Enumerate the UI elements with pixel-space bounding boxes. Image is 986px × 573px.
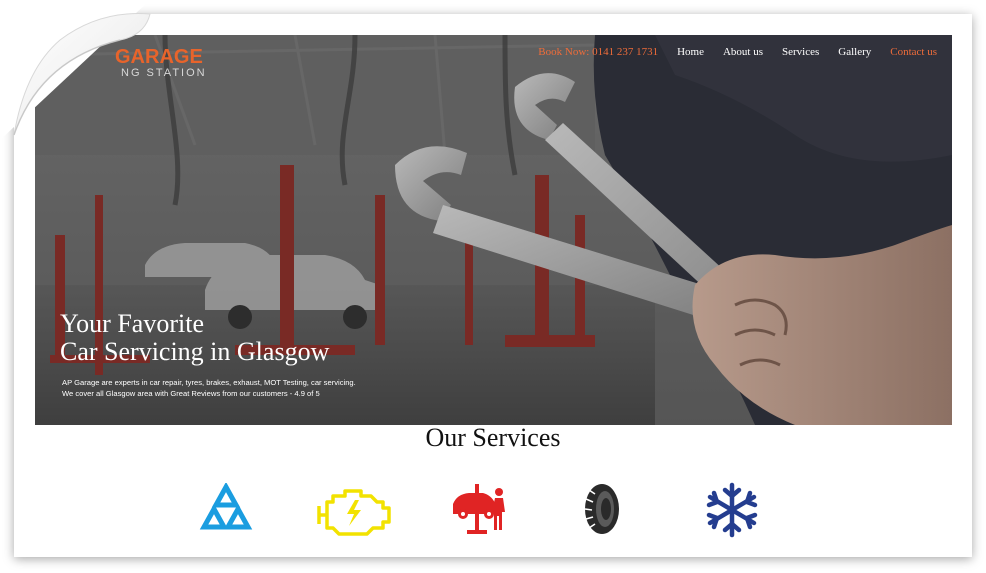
nav-gallery[interactable]: Gallery	[838, 45, 871, 59]
book-now-link[interactable]: Book Now: 0141 237 1731	[538, 45, 658, 59]
engine-warning-icon[interactable]	[315, 484, 393, 536]
description-line-2: We cover all Glasgow area with Great Rev…	[62, 389, 320, 398]
page-curl-decoration	[0, 0, 151, 140]
tyre-icon[interactable]	[581, 482, 623, 536]
nav-home[interactable]: Home	[677, 45, 704, 59]
hero-description: AP Garage are experts in car repair, tyr…	[62, 377, 356, 399]
main-nav: Book Now: 0141 237 1731 Home About us Se…	[538, 45, 937, 59]
car-lift-mechanic-icon[interactable]	[449, 482, 511, 536]
nav-services[interactable]: Services	[782, 45, 819, 59]
mot-triangle-icon[interactable]	[198, 483, 254, 535]
our-services-heading: Our Services	[425, 423, 561, 452]
headline-line-1: Your Favorite	[60, 309, 204, 338]
nav-contact-us[interactable]: Contact us	[890, 45, 937, 59]
description-line-1: AP Garage are experts in car repair, tyr…	[62, 378, 356, 387]
snowflake-aircon-icon[interactable]	[700, 482, 764, 538]
headline-line-2: Car Servicing in Glasgow	[60, 337, 330, 366]
hero-headline: Your Favorite Car Servicing in Glasgow	[60, 310, 329, 366]
nav-about-us[interactable]: About us	[723, 45, 763, 59]
